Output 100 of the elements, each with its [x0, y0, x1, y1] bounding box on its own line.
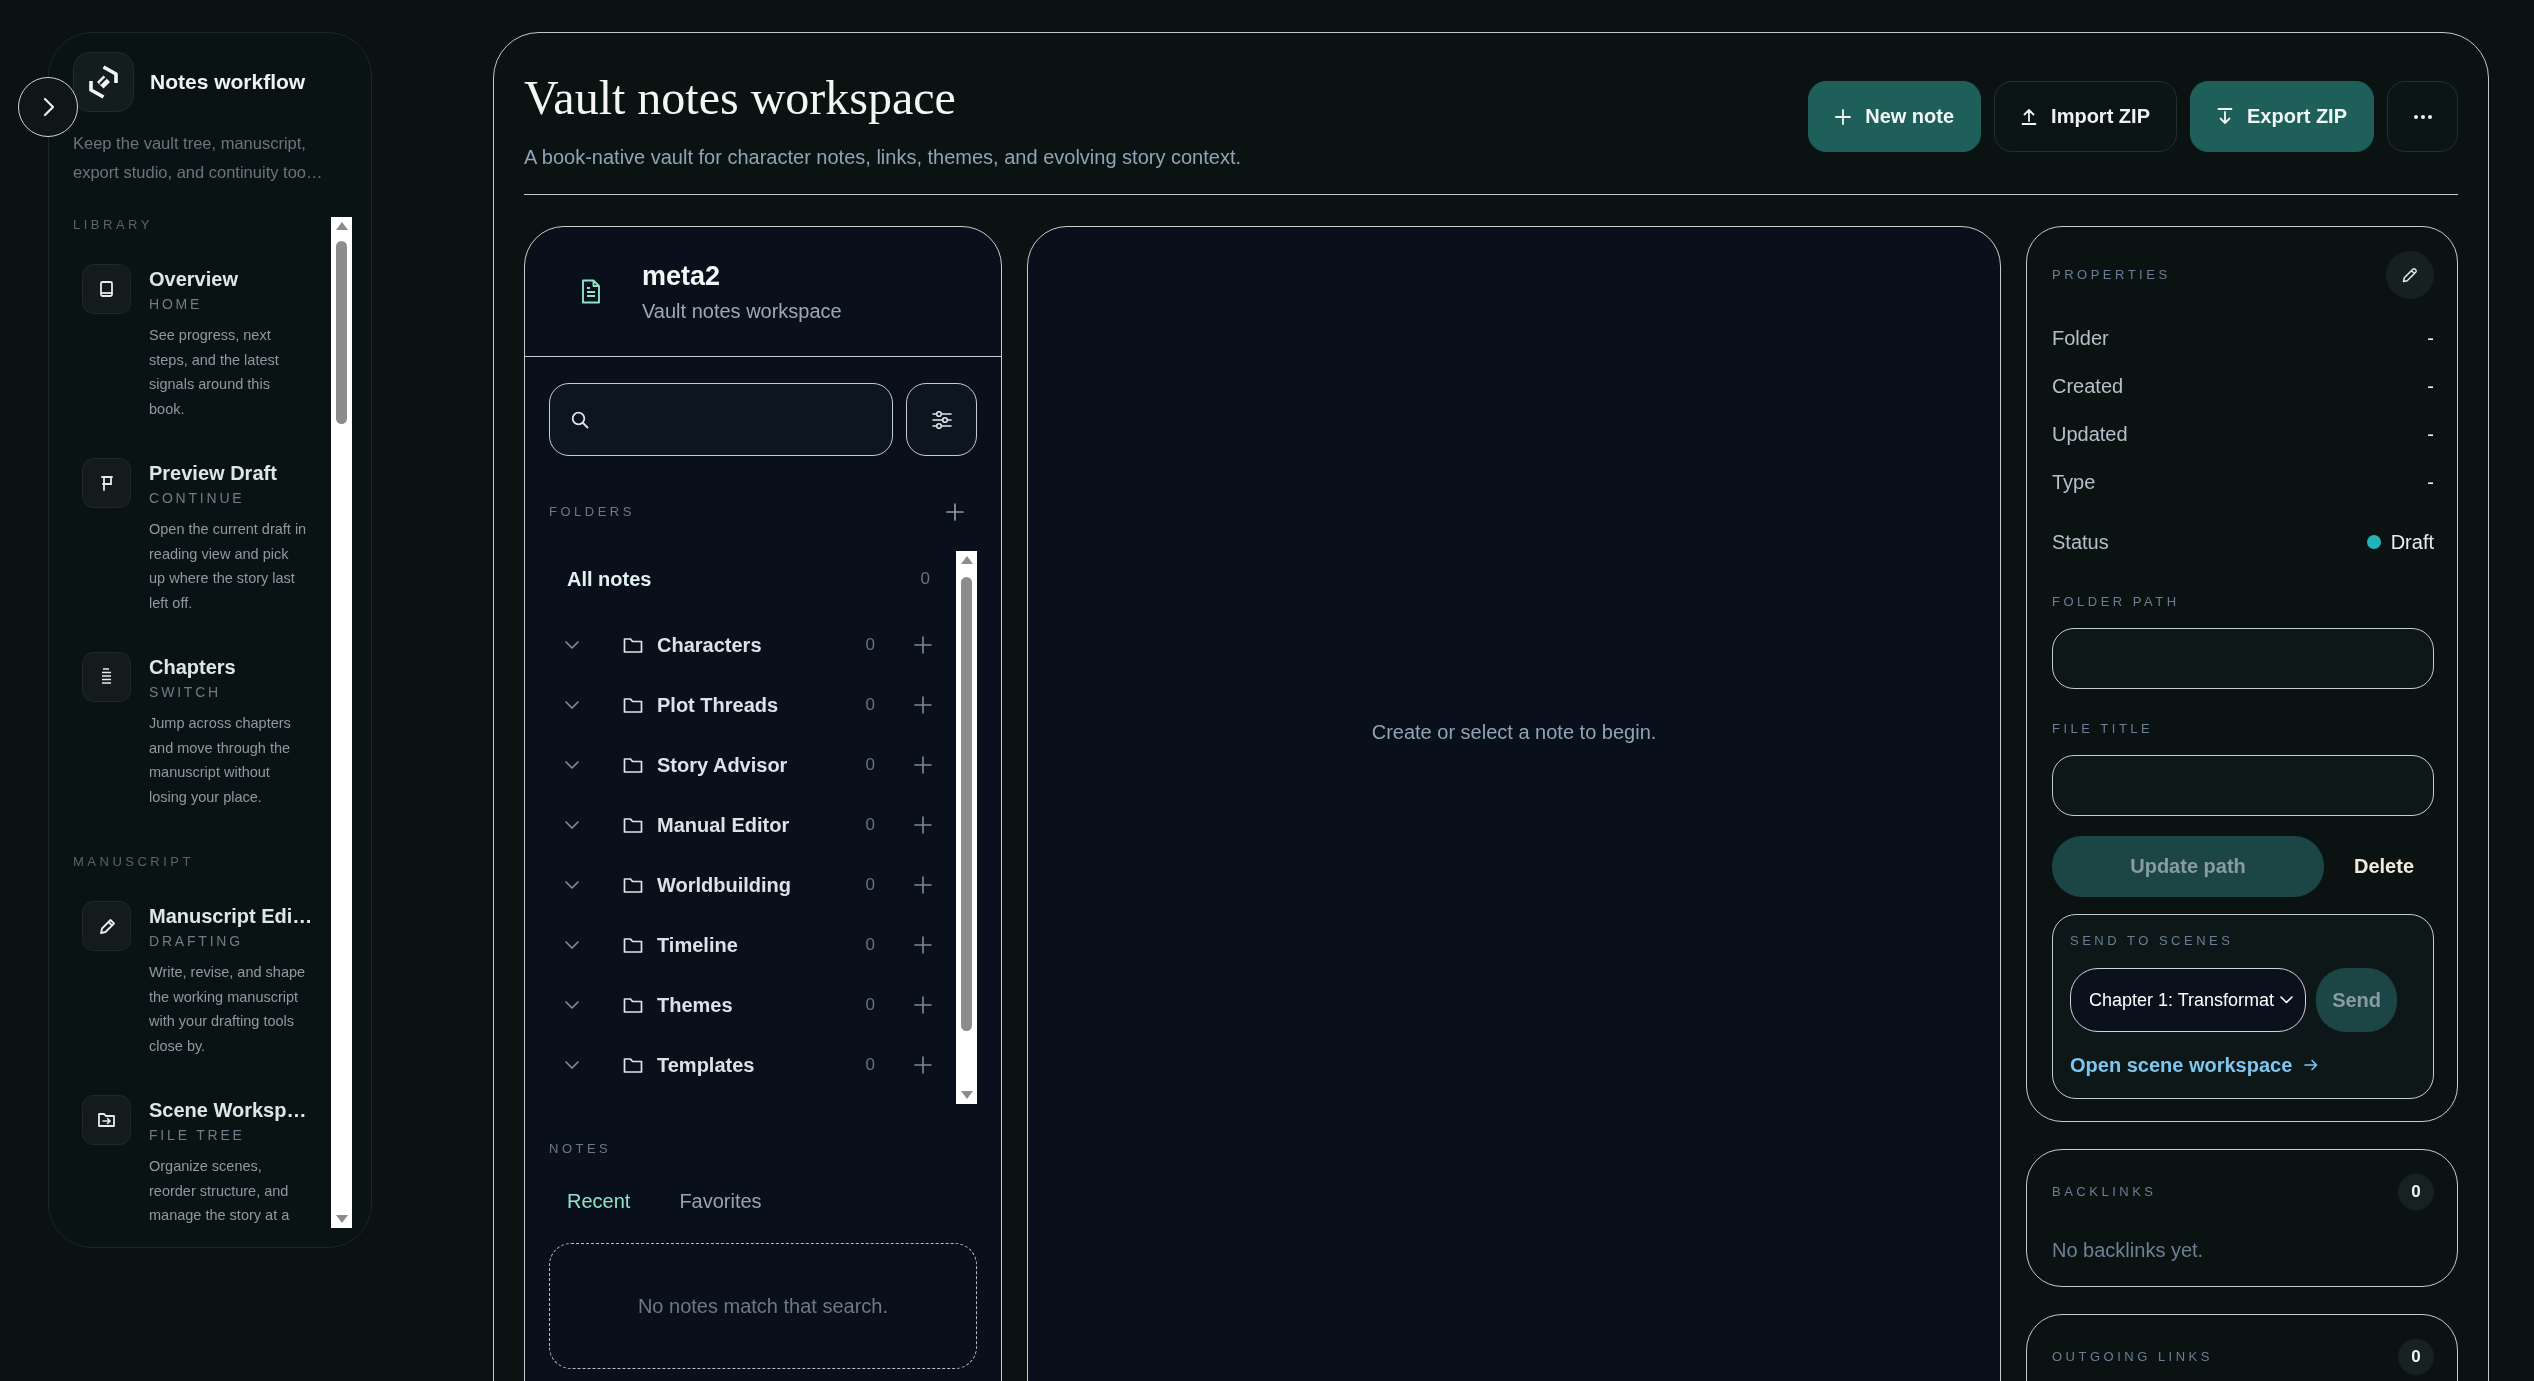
scene-select[interactable]: Chapter 1: Transformat [2070, 968, 2307, 1032]
flag-icon [82, 458, 131, 508]
nav-item-description: Jump across chapters and move through the manuscript without losing your place. [149, 714, 292, 807]
notes-tab[interactable]: Recent [549, 1182, 649, 1220]
property-name: Status [2052, 530, 2109, 554]
chevron-down-icon[interactable] [564, 640, 580, 650]
plus-icon[interactable] [914, 636, 932, 654]
download-icon [2217, 108, 2233, 125]
page-subtitle: A book-native vault for character notes, links, themes, and evolving story context. [524, 145, 1242, 170]
action-button[interactable]: Export ZIP [2190, 81, 2374, 152]
chevron-down-icon [2280, 996, 2294, 1004]
editor-empty-message: Create or select a note to begin. [1371, 721, 1657, 743]
property-value: - [2427, 470, 2434, 494]
scrollbar-thumb[interactable] [961, 577, 972, 1031]
folder-path-field[interactable] [2052, 628, 2434, 689]
folder-icon [623, 816, 643, 834]
filter-button[interactable] [906, 383, 977, 456]
search-field[interactable] [549, 383, 893, 456]
outgoing-links-label: OUTGOING LINKS [2052, 1349, 2213, 1365]
plus-icon[interactable] [914, 756, 932, 774]
plus-icon[interactable] [914, 1056, 932, 1074]
nav-link[interactable]: Chapters [149, 655, 307, 679]
chevron-down-icon[interactable] [564, 940, 580, 950]
plus-icon[interactable] [914, 936, 932, 954]
folder-count: 0 [865, 935, 875, 955]
sidebar-toggle-button[interactable] [18, 77, 78, 137]
notes-tab[interactable]: Favorites [661, 1182, 780, 1220]
field-label: FOLDER PATH [2052, 594, 2181, 610]
backlinks-label: BACKLINKS [2052, 1184, 2157, 1200]
chevron-down-icon[interactable] [564, 880, 580, 890]
nav-link[interactable]: Overview [149, 267, 307, 291]
more-icon [2413, 114, 2432, 119]
plus-icon[interactable] [914, 876, 932, 894]
pencil-icon [2402, 267, 2418, 283]
count-badge: 0 [2398, 1174, 2434, 1210]
all-notes-item[interactable]: All notes [567, 567, 652, 591]
property-value: - [2427, 374, 2434, 398]
folder-count: 0 [865, 695, 875, 715]
nav-item-tag: SWITCH [149, 683, 307, 701]
list-icon [82, 652, 131, 702]
plus-icon[interactable] [914, 816, 932, 834]
vault-title: meta2 [642, 259, 722, 292]
file-icon [581, 279, 601, 304]
scroll-up-arrow-icon[interactable] [960, 556, 973, 564]
page-title: Vault notes workspace [524, 71, 957, 125]
plus-icon [1835, 108, 1852, 125]
folder-item[interactable]: Manual Editor [657, 813, 866, 837]
scroll-down-arrow-icon[interactable] [960, 1091, 973, 1099]
section-label: LIBRARY [73, 217, 154, 233]
properties-label: PROPERTIES [2052, 267, 2171, 283]
folder-item[interactable]: Timeline [657, 933, 866, 957]
chevron-down-icon[interactable] [564, 1000, 580, 1010]
folder-count: 0 [865, 875, 875, 895]
scroll-up-arrow-icon[interactable] [335, 222, 348, 230]
pencil-icon [82, 901, 131, 951]
property-value: Draft [2390, 530, 2434, 554]
action-button[interactable]: New note [1808, 81, 1982, 152]
file-title-field[interactable] [2052, 755, 2434, 816]
arrow-right-icon [2304, 1059, 2319, 1071]
nav-item-description: Organize scenes, reorder structure, and manage the story at a [149, 1157, 291, 1225]
empty-message: No notes match that search. [637, 1294, 889, 1318]
scrollbar-thumb[interactable] [336, 241, 347, 424]
chevron-down-icon[interactable] [564, 820, 580, 830]
folder-item[interactable]: Themes [657, 993, 866, 1017]
scrollbar[interactable] [956, 551, 977, 1104]
plus-icon[interactable] [914, 996, 932, 1014]
nav-item-tag: CONTINUE [149, 489, 307, 507]
count-badge: 0 [2398, 1339, 2434, 1375]
scene-workspace-link[interactable]: Open scene workspace [2070, 1052, 2319, 1078]
nav-item-description: Open the current draft in reading view and pick up where the story last left off. [149, 520, 307, 613]
scroll-down-arrow-icon[interactable] [335, 1215, 348, 1223]
plus-icon[interactable] [946, 503, 964, 521]
property-name: Updated [2052, 422, 2128, 446]
folder-icon [623, 876, 643, 894]
folder-count: 0 [920, 569, 930, 589]
notes-label: NOTES [549, 1141, 613, 1157]
delete-button[interactable]: Delete [2353, 849, 2414, 884]
folder-count: 0 [865, 635, 875, 655]
action-button[interactable]: Import ZIP [1994, 81, 2177, 152]
nav-link[interactable]: Preview Draft [149, 461, 307, 485]
folder-item[interactable]: Story Advisor [657, 753, 866, 777]
field-label: FILE TITLE [2052, 721, 2155, 737]
folder-icon [623, 996, 643, 1014]
send-to-scenes-label: SEND TO SCENES [2070, 933, 2234, 949]
edit-button[interactable] [2386, 251, 2434, 299]
upload-icon [2021, 108, 2038, 125]
folder-icon [623, 636, 643, 654]
chevron-down-icon[interactable] [564, 1060, 580, 1070]
property-value: - [2427, 422, 2434, 446]
property-value: - [2427, 326, 2434, 350]
scrollbar[interactable] [331, 217, 352, 1228]
folder-item[interactable]: Characters [657, 633, 866, 657]
chevron-down-icon[interactable] [564, 760, 580, 770]
folder-item[interactable]: Plot Threads [657, 693, 866, 717]
logo-icon [73, 52, 134, 112]
folder-item[interactable]: Worldbuilding [657, 873, 866, 897]
nav-link[interactable]: Scene Worksp… [149, 1098, 307, 1122]
folder-item[interactable]: Templates [657, 1053, 866, 1077]
plus-icon[interactable] [914, 696, 932, 714]
chevron-down-icon[interactable] [564, 700, 580, 710]
